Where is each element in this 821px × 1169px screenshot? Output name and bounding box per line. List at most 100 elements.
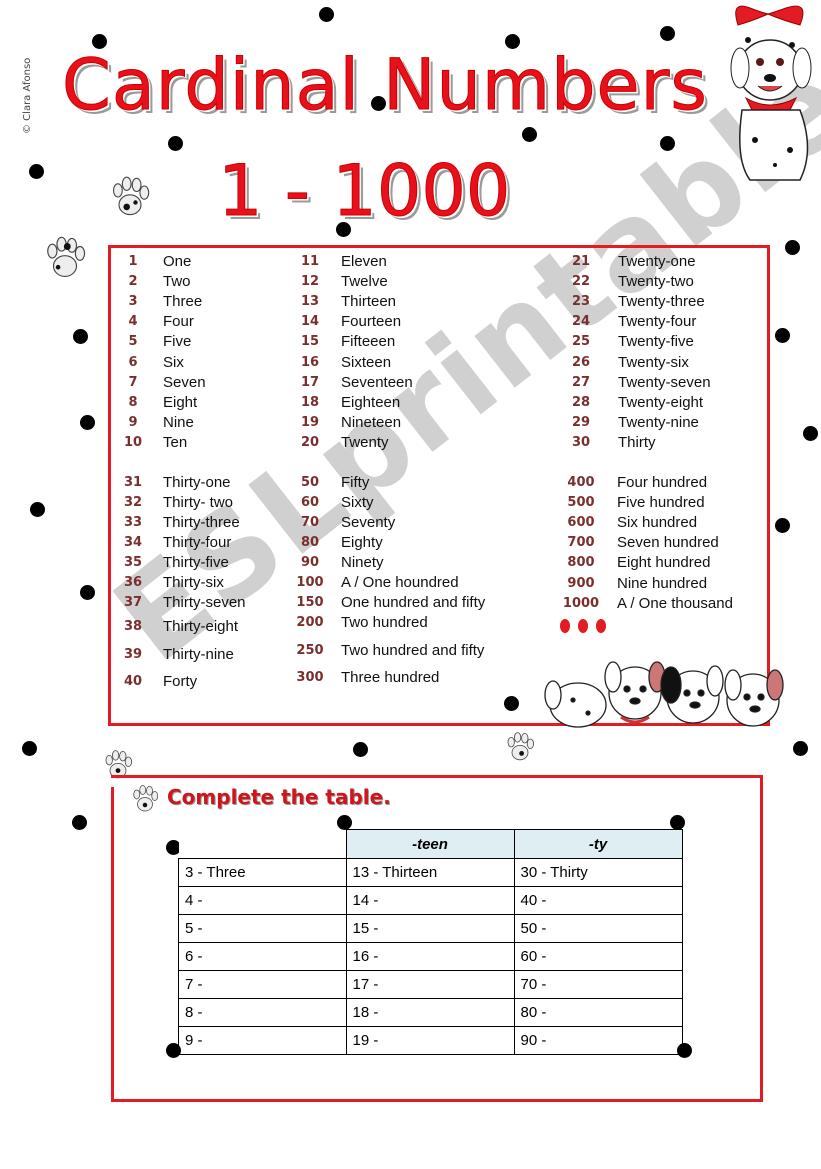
number-digit: 40 xyxy=(123,673,143,689)
table-cell-answer[interactable]: 4 - xyxy=(178,886,347,915)
number-row: 1 One xyxy=(118,251,191,271)
number-digit: 22 xyxy=(571,273,591,289)
table-cell-answer[interactable]: 90 - xyxy=(513,1026,683,1055)
table-cell-answer[interactable]: 60 - xyxy=(513,942,683,971)
number-digit: 30 xyxy=(571,435,591,451)
number-digit: 60 xyxy=(300,494,320,510)
number-word: Five xyxy=(163,333,192,351)
table-row: 3 - Three 13 - Thirteen 30 - Thirty xyxy=(178,858,683,887)
number-digit: 3 xyxy=(128,293,138,309)
table-cell-answer[interactable]: 17 - xyxy=(345,970,515,999)
dot xyxy=(29,164,44,179)
number-digit: 900 xyxy=(567,575,595,591)
dot xyxy=(353,742,368,757)
table-cell-example: 3 - Three xyxy=(178,858,347,887)
number-digit: 200 xyxy=(296,614,324,630)
number-digit: 32 xyxy=(123,494,143,510)
dot xyxy=(793,741,808,756)
number-word: Nine hundred xyxy=(617,574,708,592)
number-word: Thirty-three xyxy=(163,513,240,531)
number-digit: 20 xyxy=(300,435,320,451)
number-word: Four hundred xyxy=(617,473,708,491)
dot xyxy=(72,815,87,830)
table-cell-answer[interactable]: 6 - xyxy=(178,942,347,971)
number-row: 80 Eighty xyxy=(292,532,383,552)
number-word: Six hundred xyxy=(617,513,698,531)
number-word: Five hundred xyxy=(617,493,705,511)
number-row: 20 Twenty xyxy=(294,433,389,453)
table-cell-answer[interactable]: 7 - xyxy=(178,970,347,999)
number-digit: 15 xyxy=(300,334,320,350)
paw-print-icon xyxy=(112,176,150,216)
number-word: Fifty xyxy=(341,473,370,491)
table-cell-answer[interactable]: 19 - xyxy=(345,1026,515,1055)
number-row: 38 Thirty-eight xyxy=(118,616,238,636)
table-cell-answer[interactable]: 70 - xyxy=(513,970,683,999)
number-digit: 19 xyxy=(300,415,320,431)
number-row: 40 Forty xyxy=(118,671,197,691)
number-word: One hundred and fifty xyxy=(341,593,486,611)
number-row: 250 Two hundred and fifty xyxy=(292,640,484,660)
dot xyxy=(319,7,334,22)
table-cell-answer[interactable]: 5 - xyxy=(178,914,347,943)
number-row: 6 Six xyxy=(118,352,183,372)
table-row: 5 -15 -50 - xyxy=(178,914,683,943)
number-word: Forty xyxy=(163,672,198,690)
table-cell-answer[interactable]: 40 - xyxy=(513,886,683,915)
table-cell-example: 30 - Thirty xyxy=(513,858,683,887)
number-row: 2 Two xyxy=(118,271,190,291)
table-row: 6 -16 -60 - xyxy=(178,942,683,971)
number-row: 39 Thirty-nine xyxy=(118,644,234,664)
table-cell-answer[interactable]: 15 - xyxy=(345,914,515,943)
number-word: Twenty-two xyxy=(618,272,694,290)
table-cell-answer[interactable]: 9 - xyxy=(178,1026,347,1055)
number-row: 26 Twenty-six xyxy=(565,352,689,372)
dot xyxy=(22,741,37,756)
paw-print-icon xyxy=(47,236,86,277)
number-row: 29 Twenty-nine xyxy=(565,413,699,433)
number-word: A / One houndred xyxy=(341,573,459,591)
number-row: 50 Fifty xyxy=(292,472,369,492)
number-word: Thirty-nine xyxy=(163,645,234,663)
number-digit: 14 xyxy=(300,314,320,330)
number-digit: 1000 xyxy=(562,595,600,611)
number-word: Eighteen xyxy=(341,393,401,411)
number-row: 27 Twenty-seven xyxy=(565,372,711,392)
number-digit: 25 xyxy=(571,334,591,350)
table-cell-answer[interactable]: 16 - xyxy=(345,942,515,971)
number-row: 16 Sixteen xyxy=(294,352,391,372)
table-cell-answer[interactable]: 50 - xyxy=(513,914,683,943)
number-digit: 600 xyxy=(567,514,595,530)
dot xyxy=(775,328,790,343)
number-digit: 34 xyxy=(123,534,143,550)
number-word: Ninety xyxy=(341,553,384,571)
dot xyxy=(785,240,800,255)
number-word: Thirty-six xyxy=(163,573,224,591)
number-digit: 38 xyxy=(123,618,143,634)
table-cell-answer[interactable]: 8 - xyxy=(178,998,347,1027)
number-digit: 700 xyxy=(567,535,595,551)
number-row: 24 Twenty-four xyxy=(565,312,696,332)
number-digit: 100 xyxy=(296,574,324,590)
number-row: 70 Seventy xyxy=(292,512,395,532)
number-row: 28 Twenty-eight xyxy=(565,392,703,412)
number-row: 14 Fourteen xyxy=(294,312,401,332)
number-row: 17 Seventeen xyxy=(294,372,413,392)
number-word: Twenty-seven xyxy=(618,373,711,391)
number-word: Twenty-five xyxy=(618,333,694,351)
number-digit: 27 xyxy=(571,374,591,390)
number-digit: 400 xyxy=(567,474,595,490)
dot xyxy=(30,502,45,517)
table-row: 8 -18 -80 - xyxy=(178,998,683,1027)
number-row: 31 Thirty-one xyxy=(118,472,231,492)
table-cell-answer[interactable]: 80 - xyxy=(513,998,683,1027)
number-digit: 80 xyxy=(300,534,320,550)
number-row: 36 Thirty-six xyxy=(118,572,224,592)
table-cell-answer[interactable]: 14 - xyxy=(345,886,515,915)
number-word: Thirty xyxy=(618,434,656,452)
number-digit: 31 xyxy=(123,474,143,490)
number-word: Twelve xyxy=(341,272,388,290)
table-cell-answer[interactable]: 18 - xyxy=(345,998,515,1027)
number-row: 12 Twelve xyxy=(294,271,388,291)
number-row: 33 Thirty-three xyxy=(118,512,240,532)
